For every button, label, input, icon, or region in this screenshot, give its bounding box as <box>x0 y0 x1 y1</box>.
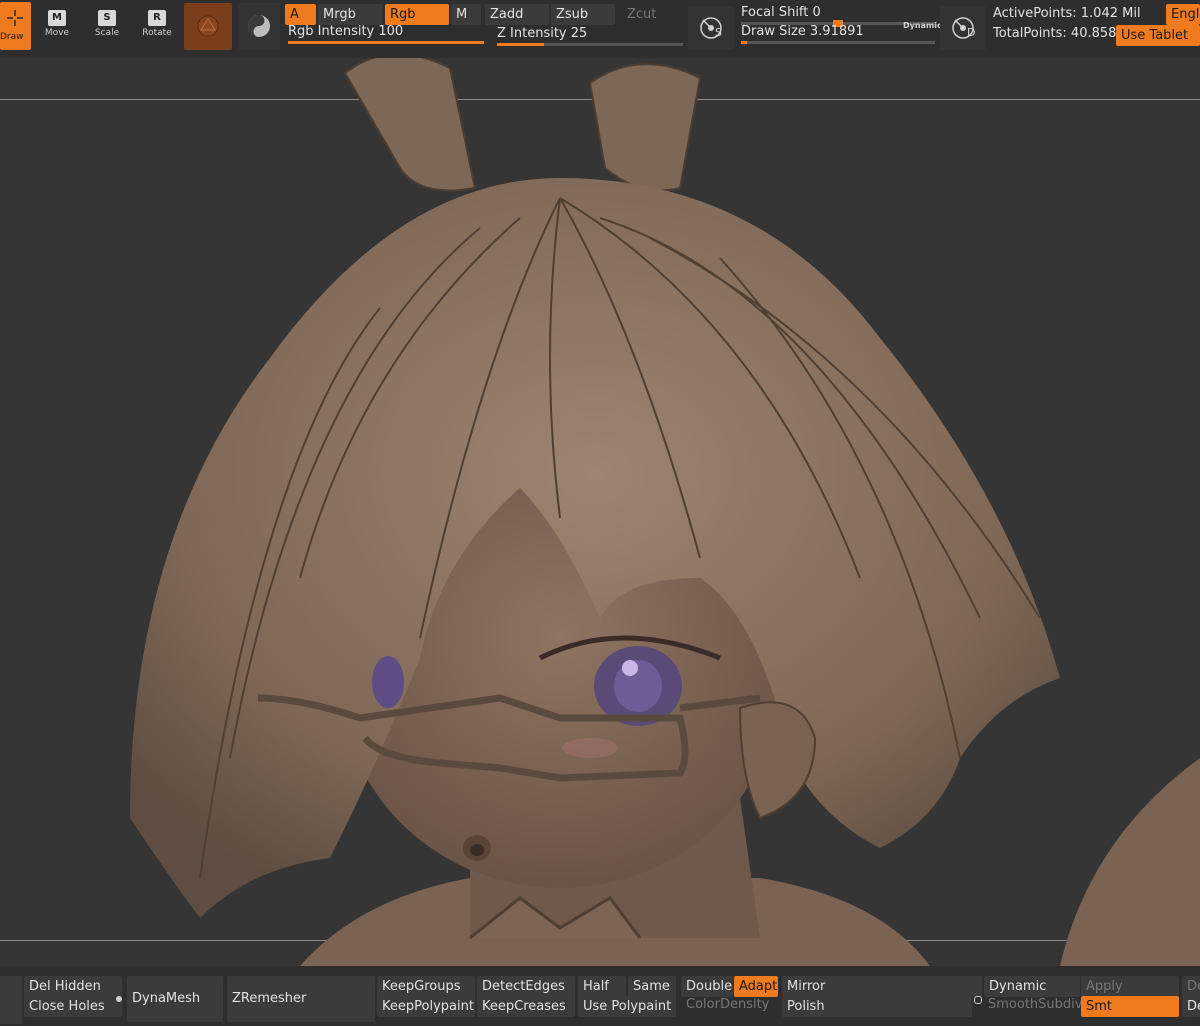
total-points-readout: TotalPoints: 40.858 M <box>993 26 1132 41</box>
m-button[interactable]: M <box>451 4 481 25</box>
move-tool-label: Move <box>44 28 70 38</box>
rotate-tool-label: Rotate <box>142 28 172 38</box>
scale-tool-button[interactable]: S Scale <box>90 4 124 50</box>
draw-tool-label: Draw <box>0 32 24 42</box>
material-button[interactable] <box>184 3 232 50</box>
active-points-readout: ActivePoints: 1.042 Mil <box>993 6 1141 21</box>
rotate-icon: R <box>148 10 166 26</box>
dynamic-button[interactable]: Dynamic <box>984 976 1080 997</box>
keep-polypaint-button[interactable]: KeepPolypaint <box>377 996 475 1017</box>
move-icon: M <box>48 10 66 26</box>
use-tablet-button[interactable]: Use Tablet <box>1116 25 1200 46</box>
del-hidden-button[interactable]: Del Hidden <box>24 976 122 997</box>
apply-button[interactable]: Apply <box>1081 976 1179 997</box>
color-density-slider-label: ColorDensity <box>686 997 770 1012</box>
de-button-2[interactable]: De <box>1182 996 1200 1017</box>
rgb-intensity-slider-fill <box>288 41 484 44</box>
focal-shift-slider-label: Focal Shift 0 <box>741 5 821 20</box>
move-tool-button[interactable]: M Move <box>40 4 74 50</box>
keep-creases-button[interactable]: KeepCreases <box>477 996 575 1017</box>
rgb-intensity-slider-label: Rgb Intensity 100 <box>288 24 404 39</box>
z-intensity-slider-fill <box>497 43 544 46</box>
3d-viewport-canvas[interactable] <box>0 58 1200 966</box>
use-polypaint-button[interactable]: Use Polypaint <box>578 996 676 1017</box>
z-intensity-slider-label: Z Intensity 25 <box>497 26 588 41</box>
rotate-tool-button[interactable]: R Rotate <box>140 4 174 50</box>
polish-indicator-icon <box>974 996 982 1004</box>
stroke-s-button[interactable]: S <box>688 6 734 50</box>
zcut-button[interactable]: Zcut <box>622 4 684 25</box>
zsub-button[interactable]: Zsub <box>551 4 615 25</box>
stroke-d-button[interactable]: D <box>940 6 986 50</box>
draw-size-slider-fill <box>741 41 747 44</box>
polish-slider[interactable]: Polish <box>782 996 972 1017</box>
same-button[interactable]: Same <box>628 976 676 997</box>
close-holes-button[interactable]: Close Holes <box>24 996 122 1017</box>
draw-size-slider-label: Draw Size 3.91891 <box>741 24 864 39</box>
draw-crosshair-icon <box>7 10 23 26</box>
zadd-button[interactable]: Zadd <box>485 4 549 25</box>
bottom-toolbar: Del Hidden Close Holes DynaMesh ZRemeshe… <box>0 966 1200 1026</box>
left-scroll-handle[interactable] <box>0 976 22 1024</box>
a-toggle-button[interactable]: A <box>285 4 316 25</box>
sculpt-model-image <box>130 58 1200 966</box>
de-button-1[interactable]: De <box>1182 976 1200 997</box>
top-toolbar: Draw M Move S Scale R Rotate A Mrgb Rgb … <box>0 0 1200 58</box>
texture-swirl-icon <box>248 15 270 37</box>
stroke-d-letter: D <box>967 26 976 39</box>
stroke-s-letter: S <box>715 26 722 39</box>
draw-size-slider[interactable] <box>741 41 935 44</box>
adapt-button[interactable]: Adapt <box>734 976 778 997</box>
draw-tool-button[interactable]: Draw <box>0 2 31 50</box>
zremesher-button[interactable]: ZRemesher <box>227 976 375 1022</box>
language-button[interactable]: English <box>1166 4 1200 25</box>
material-sphere-icon <box>197 15 219 37</box>
mirror-button[interactable]: Mirror <box>782 976 982 997</box>
close-holes-indicator-icon <box>116 996 122 1002</box>
dynamesh-button[interactable]: DynaMesh <box>127 976 223 1022</box>
detect-edges-button[interactable]: DetectEdges <box>477 976 575 997</box>
dynamic-toggle[interactable]: Dynamic <box>903 21 942 30</box>
smooth-subdiv-label: SmoothSubdiv <box>988 997 1083 1012</box>
texture-button[interactable] <box>238 3 280 50</box>
brush-s-icon <box>700 17 722 39</box>
keep-groups-button[interactable]: KeepGroups <box>377 976 475 997</box>
half-button[interactable]: Half <box>578 976 626 997</box>
mrgb-button[interactable]: Mrgb <box>318 4 382 25</box>
brush-d-icon <box>952 17 974 39</box>
double-button[interactable]: Double <box>681 976 733 997</box>
smt-button[interactable]: Smt <box>1081 996 1179 1017</box>
scale-tool-label: Scale <box>94 28 120 38</box>
rgb-button[interactable]: Rgb <box>385 4 449 25</box>
scale-icon: S <box>98 10 116 26</box>
